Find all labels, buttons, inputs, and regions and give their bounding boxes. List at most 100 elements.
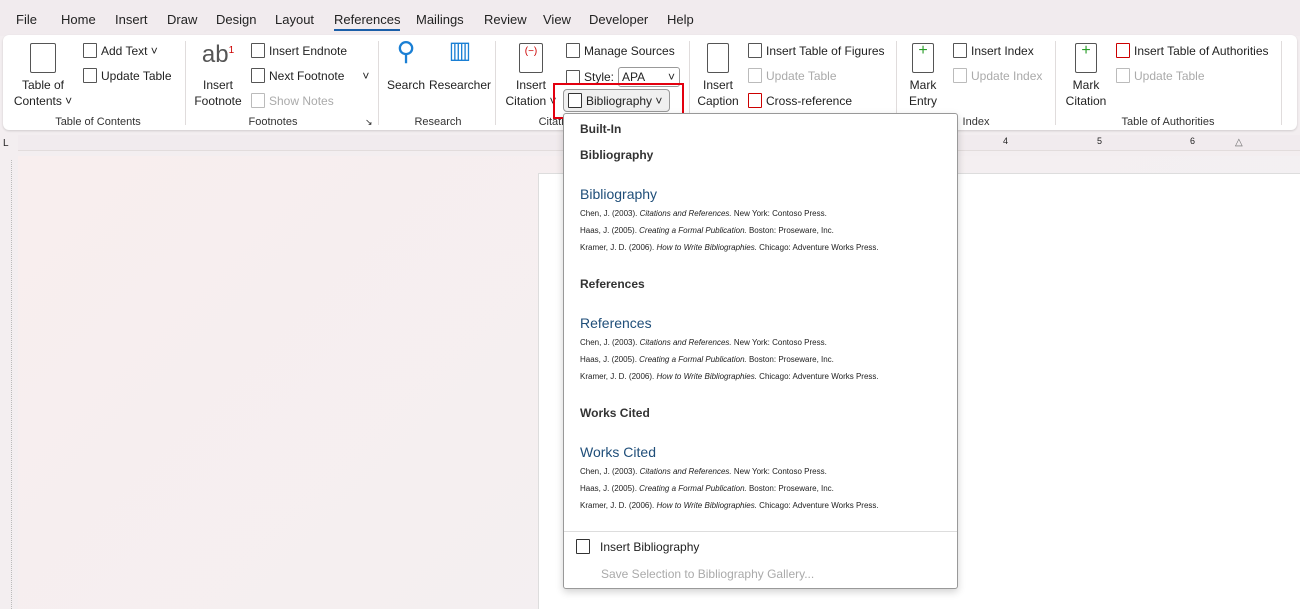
label: Insert Index <box>971 43 1034 58</box>
label: Update Table <box>766 68 837 83</box>
update-table-button-captions: Update Table <box>748 68 837 83</box>
divider <box>1281 41 1282 125</box>
insert-index-button[interactable]: Insert Index <box>953 43 1034 58</box>
bibliography-icon <box>576 539 590 554</box>
gallery-title: Bibliography <box>580 186 658 202</box>
label: Insert <box>202 78 233 92</box>
tab-view[interactable]: View <box>543 12 571 27</box>
divider <box>495 41 496 125</box>
label: Save Selection to Bibliography Gallery..… <box>601 567 815 581</box>
cross-reference-button[interactable]: Cross-reference <box>748 93 852 108</box>
show-notes-button: Show Notes <box>251 93 334 108</box>
manage-sources-button[interactable]: Manage Sources <box>566 43 675 58</box>
insert-endnote-button[interactable]: Insert Endnote <box>251 43 347 58</box>
label: Contents ˅ <box>13 94 73 108</box>
style-value: APA <box>622 70 646 84</box>
tab-mailings[interactable]: Mailings <box>416 12 464 27</box>
label: Caption <box>697 94 739 108</box>
next-footnote-button[interactable]: Next Footnote ˅ <box>251 68 369 83</box>
gallery-item-works-cited[interactable]: Works Cited Chen, J. (2003). Citations a… <box>580 444 920 518</box>
table-of-figures-icon <box>748 43 762 58</box>
label: Insert Table of Authorities <box>1134 43 1269 58</box>
section-header: Built-In <box>580 122 622 136</box>
insert-caption-button[interactable]: Insert Caption <box>695 43 741 109</box>
document-icon <box>30 43 56 73</box>
insert-citation-button[interactable]: (−) Insert Citation ˅ <box>503 43 559 109</box>
mark-entry-button[interactable]: + Mark Entry <box>901 43 945 109</box>
ribbon-tabs: File Home Insert Draw Design Layout Refe… <box>0 0 1300 36</box>
tab-review[interactable]: Review <box>484 12 527 27</box>
ruler-number: 5 <box>1097 136 1103 146</box>
search-button[interactable]: ⚲ Search <box>385 38 427 93</box>
chevron-down-icon[interactable]: ˅ <box>362 69 369 83</box>
mark-citation-icon: + <box>1075 43 1097 73</box>
insert-index-icon <box>953 43 967 58</box>
update-table-icon <box>83 68 97 83</box>
label: Mark <box>909 78 937 92</box>
group-label: Footnotes <box>248 116 298 128</box>
label: Insert Table of Figures <box>766 43 885 58</box>
tab-draw[interactable]: Draw <box>167 12 197 27</box>
label: Update Table <box>101 68 172 83</box>
researcher-icon: ▥ <box>448 37 472 64</box>
add-text-button[interactable]: Add Text ˅ <box>83 43 158 58</box>
tab-references[interactable]: References <box>334 12 401 31</box>
tab-layout[interactable]: Layout <box>275 12 314 27</box>
tab-developer[interactable]: Developer <box>589 12 648 27</box>
tab-home[interactable]: Home <box>61 12 96 27</box>
entry: Chen, J. (2003). Citations and Reference… <box>580 338 827 347</box>
vertical-ruler <box>0 160 12 609</box>
save-selection-menu-item: Save Selection to Bibliography Gallery..… <box>601 567 814 581</box>
show-notes-icon <box>251 93 265 108</box>
indent-marker-icon[interactable]: △ <box>1235 137 1243 148</box>
label: Style: <box>584 70 615 84</box>
label: Insert <box>702 78 733 92</box>
update-index-button: Update Index <box>953 68 1042 83</box>
tab-help[interactable]: Help <box>667 12 694 27</box>
update-table-button[interactable]: Update Table <box>83 68 172 83</box>
label: Add Text ˅ <box>101 43 158 58</box>
label: Citation <box>1065 94 1107 108</box>
insert-footnote-button[interactable]: ab1 Insert Footnote <box>191 43 245 109</box>
researcher-button[interactable]: ▥ Researcher <box>429 37 491 93</box>
update-index-icon <box>953 68 967 83</box>
tab-insert[interactable]: Insert <box>115 12 148 27</box>
gallery-title: Works Cited <box>580 444 656 460</box>
dialog-launcher-icon[interactable]: ↘ <box>365 117 373 128</box>
entry: Haas, J. (2005). Creating a Formal Publi… <box>580 226 834 235</box>
group-label: Index <box>962 116 990 128</box>
entry: Haas, J. (2005). Creating a Formal Publi… <box>580 484 834 493</box>
label: Insert Bibliography <box>600 539 700 554</box>
endnote-icon <box>251 43 265 58</box>
gallery-heading: References <box>580 277 645 291</box>
gallery-heading: Works Cited <box>580 406 650 420</box>
mark-citation-button[interactable]: + Mark Citation <box>1061 43 1111 109</box>
label: Show Notes <box>269 93 334 108</box>
update-table-icon <box>748 68 762 83</box>
insert-table-of-authorities-button[interactable]: Insert Table of Authorities <box>1116 43 1269 58</box>
gallery-item-bibliography[interactable]: Bibliography Chen, J. (2003). Citations … <box>580 186 920 260</box>
entry: Haas, J. (2005). Creating a Formal Publi… <box>580 355 834 364</box>
chevron-down-icon: ˅ <box>668 70 676 84</box>
tab-stop-selector[interactable]: L <box>3 138 9 149</box>
label: Entry <box>908 94 937 108</box>
group-label: Research <box>414 116 462 128</box>
add-text-icon <box>83 43 97 58</box>
label: Table of <box>21 78 65 92</box>
label: Insert Endnote <box>269 43 348 58</box>
insert-bibliography-menu-item[interactable]: Insert Bibliography <box>576 539 699 554</box>
bibliography-dropdown-menu: Built-In Bibliography Bibliography Chen,… <box>563 113 958 589</box>
divider <box>1055 41 1056 125</box>
ruler-number: 4 <box>1003 136 1009 146</box>
tab-file[interactable]: File <box>16 12 37 27</box>
gallery-heading: Bibliography <box>580 148 654 162</box>
insert-table-of-figures-button[interactable]: Insert Table of Figures <box>748 43 885 58</box>
cross-reference-icon <box>748 93 762 108</box>
tab-design[interactable]: Design <box>216 12 256 27</box>
entry: Kramer, J. D. (2006). How to Write Bibli… <box>580 372 879 381</box>
table-of-contents-button[interactable]: Table of Contents ˅ <box>13 43 73 109</box>
divider <box>564 531 957 532</box>
gallery-item-references[interactable]: References Chen, J. (2003). Citations an… <box>580 315 920 389</box>
group-label: Table of Authorities <box>1121 116 1215 128</box>
label: Footnote <box>194 94 242 108</box>
